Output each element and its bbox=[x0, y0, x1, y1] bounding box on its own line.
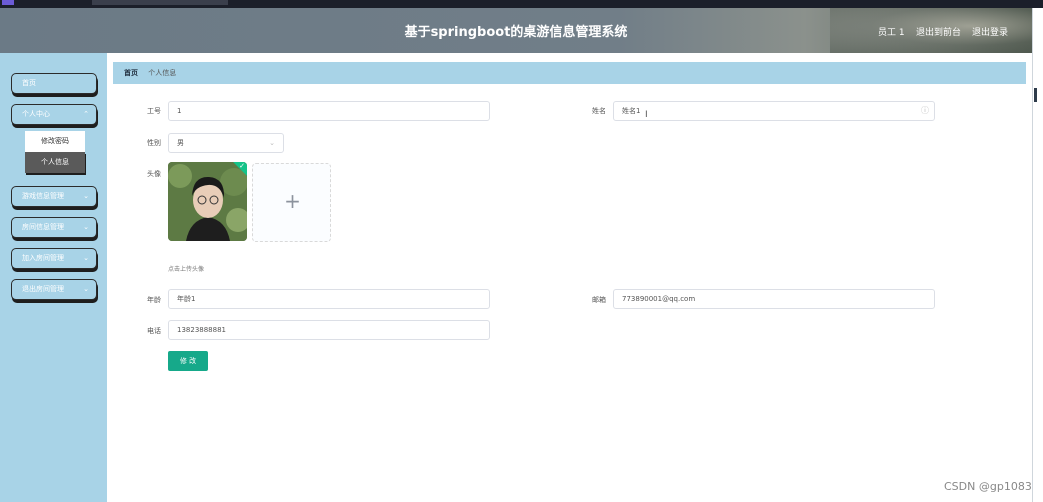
chevron-down-icon: ⌄ bbox=[83, 254, 89, 262]
check-icon: ✓ bbox=[239, 162, 245, 170]
age-label: 年龄 bbox=[147, 296, 161, 304]
chevron-down-icon: ⌄ bbox=[83, 223, 89, 231]
age-value: 年龄1 bbox=[177, 295, 196, 303]
sidebar-item-label: 退出房间管理 bbox=[22, 285, 64, 293]
breadcrumb: 首页 个人信息 bbox=[113, 62, 1026, 84]
email-value: 773890001@qq.com bbox=[622, 295, 696, 303]
breadcrumb-home[interactable]: 首页 bbox=[124, 69, 138, 77]
plus-icon: + bbox=[284, 189, 301, 213]
sidebar-item-game-info[interactable]: 游戏信息管理 ⌄ bbox=[11, 186, 97, 207]
gender-value: 男 bbox=[177, 139, 184, 147]
browser-strip bbox=[0, 0, 1043, 8]
submit-button[interactable]: 修 改 bbox=[168, 351, 208, 371]
sidebar-item-join-room[interactable]: 加入房间管理 ⌄ bbox=[11, 248, 97, 269]
sidebar-item-label: 个人中心 bbox=[22, 110, 50, 118]
phone-label: 电话 bbox=[147, 327, 161, 335]
name-label: 姓名 bbox=[592, 107, 606, 115]
current-user: 员工 1 bbox=[878, 28, 905, 38]
app-icon bbox=[2, 0, 14, 5]
sidebar-item-label: 加入房间管理 bbox=[22, 254, 64, 262]
job-no-field[interactable]: 1 bbox=[168, 101, 490, 121]
back-to-frontend-link[interactable]: 退出到前台 bbox=[916, 25, 961, 38]
sidebar-item-room-info[interactable]: 房间信息管理 ⌄ bbox=[11, 217, 97, 238]
scrollbar[interactable] bbox=[1032, 8, 1043, 502]
chevron-down-icon: ⌄ bbox=[269, 139, 275, 147]
avatar-upload-hint: 点击上传头像 bbox=[168, 266, 205, 273]
job-no-label: 工号 bbox=[147, 107, 161, 115]
scrollbar-thumb[interactable] bbox=[1034, 88, 1037, 102]
sidebar-item-label: 游戏信息管理 bbox=[22, 192, 64, 200]
sidebar-item-label: 首页 bbox=[22, 79, 36, 87]
chevron-down-icon: ⌄ bbox=[83, 192, 89, 200]
sidebar-item-label: 房间信息管理 bbox=[22, 223, 64, 231]
name-value: 姓名1 bbox=[622, 107, 641, 115]
text-cursor-icon: I bbox=[645, 110, 648, 120]
browser-tab[interactable] bbox=[92, 0, 228, 5]
watermark: CSDN @gp1083 bbox=[944, 480, 1032, 493]
sidebar-item-personal-center[interactable]: 个人中心 ⌃ bbox=[11, 104, 97, 125]
info-circle-icon: ⓘ bbox=[921, 106, 929, 115]
avatar-upload-button[interactable]: + bbox=[252, 163, 331, 242]
job-no-value: 1 bbox=[177, 107, 182, 115]
sidebar-item-home[interactable]: 首页 bbox=[11, 73, 97, 94]
chevron-down-icon: ⌄ bbox=[83, 285, 89, 293]
chevron-up-icon: ⌃ bbox=[83, 110, 89, 118]
sidebar-item-leave-room[interactable]: 退出房间管理 ⌄ bbox=[11, 279, 97, 300]
avatar-image[interactable]: ✓ bbox=[168, 162, 247, 241]
age-field[interactable]: 年龄1 bbox=[168, 289, 490, 309]
gender-select[interactable]: 男 ⌄ bbox=[168, 133, 284, 153]
gender-label: 性别 bbox=[147, 139, 161, 147]
name-field[interactable]: 姓名1 I ⓘ bbox=[613, 101, 935, 121]
breadcrumb-current: 个人信息 bbox=[148, 69, 177, 77]
phone-field[interactable]: 13823888881 bbox=[168, 320, 490, 340]
logout-link[interactable]: 退出登录 bbox=[972, 25, 1008, 38]
submenu-item-personal-info[interactable]: 个人信息 bbox=[25, 152, 85, 173]
submenu-item-change-password[interactable]: 修改密码 bbox=[25, 131, 85, 152]
submenu: 修改密码 个人信息 bbox=[25, 131, 85, 173]
phone-value: 13823888881 bbox=[177, 326, 226, 334]
header: 基于springboot的桌游信息管理系统 员工 1 退出到前台 退出登录 bbox=[0, 8, 1032, 53]
email-label: 邮箱 bbox=[592, 296, 606, 304]
email-field[interactable]: 773890001@qq.com bbox=[613, 289, 935, 309]
avatar-label: 头像 bbox=[147, 170, 161, 178]
avatar-photo bbox=[168, 162, 247, 241]
